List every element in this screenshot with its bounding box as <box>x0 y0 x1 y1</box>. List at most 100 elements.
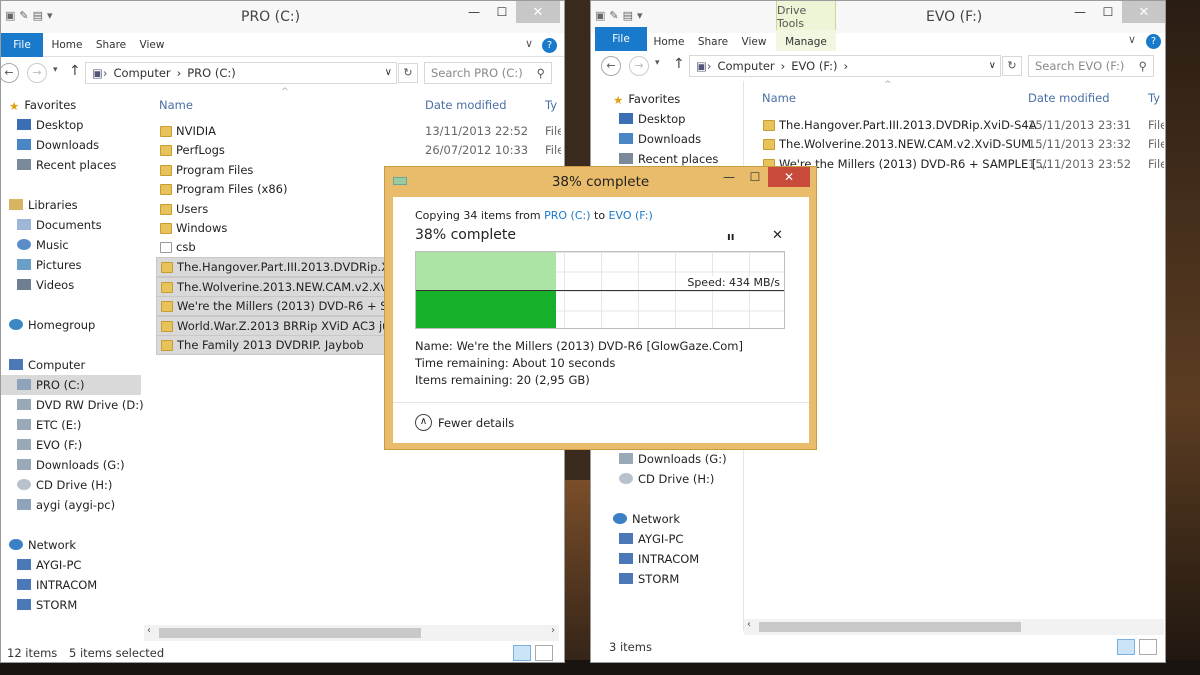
horizontal-scrollbar[interactable]: ‹ <box>744 619 1164 635</box>
nav-evo-drive[interactable]: EVO (F:) <box>17 435 157 455</box>
search-input[interactable]: Search EVO (F:) ⚲ <box>1028 55 1154 77</box>
quick-access-toolbar[interactable]: ▣ ✎ ▤ ▾ <box>595 9 647 22</box>
recent-dropdown-icon[interactable]: ▾ <box>655 58 660 68</box>
minimize-icon[interactable]: — <box>460 1 488 23</box>
tab-share[interactable]: Share <box>93 33 129 57</box>
file-row[interactable]: We're the Millers (2013) DVD-R6 + SAMPLE… <box>759 155 1164 175</box>
file-row[interactable]: PerfLogs 26/07/2012 10:33 File <box>156 141 561 161</box>
nav-documents[interactable]: Documents <box>17 215 157 235</box>
forward-icon[interactable]: → <box>629 56 649 76</box>
fewer-details-button[interactable]: ∧ Fewer details <box>415 414 514 431</box>
address-bar[interactable]: ▣› Computer › EVO (F:) › ∨ <box>689 55 1001 77</box>
nav-favorites[interactable]: ★ Favorites <box>613 89 753 109</box>
scroll-left-icon[interactable]: ‹ <box>147 625 151 636</box>
nav-desktop[interactable]: Desktop <box>17 115 157 135</box>
refresh-icon[interactable]: ↻ <box>1002 56 1022 76</box>
details-view-icon[interactable] <box>513 645 531 661</box>
properties-icon[interactable]: ✎ <box>609 9 618 22</box>
nav-aygi-pc[interactable]: AYGI-PC <box>17 555 157 575</box>
up-icon[interactable]: ↑ <box>673 56 685 72</box>
nav-downloads-drive[interactable]: Downloads (G:) <box>619 449 759 469</box>
back-icon[interactable]: ← <box>601 56 621 76</box>
minimize-icon[interactable]: — <box>1066 1 1094 23</box>
scroll-left-icon[interactable]: ‹ <box>747 619 751 630</box>
scroll-right-icon[interactable]: › <box>551 625 555 636</box>
destination-link[interactable]: EVO (F:) <box>609 209 653 222</box>
close-icon[interactable]: ✕ <box>516 1 560 23</box>
up-icon[interactable]: ↑ <box>69 63 81 79</box>
tab-home[interactable]: Home <box>49 33 85 57</box>
refresh-icon[interactable]: ↻ <box>398 63 418 83</box>
minimize-icon[interactable]: — <box>716 167 742 187</box>
nav-cd-drive[interactable]: CD Drive (H:) <box>619 469 759 489</box>
column-name[interactable]: Name <box>159 98 193 112</box>
nav-music[interactable]: Music <box>17 235 157 255</box>
file-row[interactable]: Users <box>156 200 386 220</box>
nav-aygi-share[interactable]: aygi (aygi-pc) <box>17 495 157 515</box>
nav-downloads[interactable]: Downloads <box>17 135 157 155</box>
maximize-icon[interactable]: ☐ <box>488 1 516 23</box>
properties-icon[interactable]: ✎ <box>19 9 28 22</box>
file-row[interactable]: The.Hangover.Part.III.2013.DVDRip.XviD-S <box>156 257 386 277</box>
large-icons-view-icon[interactable] <box>535 645 553 661</box>
cancel-copy-button[interactable]: ✕ <box>772 228 783 243</box>
column-date-modified[interactable]: Date modified <box>425 98 507 112</box>
tab-file[interactable]: File <box>595 27 647 51</box>
help-icon[interactable]: ? <box>542 38 557 53</box>
expand-ribbon-icon[interactable]: ∨ <box>1128 33 1136 46</box>
large-icons-view-icon[interactable] <box>1139 639 1157 655</box>
column-type[interactable]: Ty <box>545 98 557 112</box>
forward-icon[interactable]: → <box>27 63 47 83</box>
nav-pictures[interactable]: Pictures <box>17 255 157 275</box>
file-row[interactable]: Windows <box>156 219 386 239</box>
file-row[interactable]: The Family 2013 DVDRIP. Jaybob <box>156 335 386 355</box>
expand-ribbon-icon[interactable]: ∨ <box>525 37 533 50</box>
search-input[interactable]: Search PRO (C:) ⚲ <box>424 62 552 84</box>
folder-icon[interactable]: ▤ <box>623 9 633 22</box>
column-type[interactable]: Ty <box>1148 91 1160 105</box>
horizontal-scrollbar[interactable]: ‹ › <box>144 625 559 641</box>
nav-cd-drive[interactable]: CD Drive (H:) <box>17 475 157 495</box>
nav-downloads[interactable]: Downloads <box>619 129 759 149</box>
scrollbar-thumb[interactable] <box>759 622 1021 632</box>
file-row[interactable]: NVIDIA 13/11/2013 22:52 File <box>156 122 561 142</box>
source-link[interactable]: PRO (C:) <box>544 209 590 222</box>
nav-favorites[interactable]: ★ Favorites <box>9 95 149 115</box>
back-icon[interactable]: ← <box>1 63 19 83</box>
nav-intracom[interactable]: INTRACOM <box>17 575 157 595</box>
file-row[interactable]: csb <box>156 238 386 258</box>
file-row[interactable]: World.War.Z.2013 BRRip XViD AC3 juggs <box>156 316 386 336</box>
tab-file[interactable]: File <box>1 33 43 57</box>
nav-desktop[interactable]: Desktop <box>619 109 759 129</box>
nav-etc-drive[interactable]: ETC (E:) <box>17 415 157 435</box>
address-bar[interactable]: ▣› Computer › PRO (C:) ∨ <box>85 62 397 84</box>
nav-libraries[interactable]: Libraries <box>9 195 149 215</box>
nav-computer[interactable]: Computer <box>9 355 149 375</box>
folder-icon[interactable]: ▤ <box>33 9 43 22</box>
file-row[interactable]: Program Files (x86) <box>156 180 386 200</box>
close-icon[interactable]: ✕ <box>1122 1 1165 23</box>
column-date-modified[interactable]: Date modified <box>1028 91 1110 105</box>
file-row[interactable]: The.Wolverine.2013.NEW.CAM.v2.XviD-SU <box>156 277 386 297</box>
nav-recent-places[interactable]: Recent places <box>17 155 157 175</box>
close-icon[interactable]: ✕ <box>768 167 810 187</box>
nav-aygi-pc[interactable]: AYGI-PC <box>619 529 759 549</box>
file-row[interactable]: We're the Millers (2013) DVD-R6 + SAMPL <box>156 296 386 316</box>
nav-homegroup[interactable]: Homegroup <box>9 315 149 335</box>
breadcrumb-drive[interactable]: EVO (F:) <box>791 56 837 76</box>
breadcrumb-drive[interactable]: PRO (C:) <box>187 63 236 83</box>
nav-network[interactable]: Network <box>613 509 753 529</box>
column-name[interactable]: Name <box>762 91 796 105</box>
address-dropdown-icon[interactable]: ∨ <box>385 63 392 83</box>
address-dropdown-icon[interactable]: ∨ <box>989 56 996 76</box>
breadcrumb-computer[interactable]: Computer <box>717 56 774 76</box>
tab-view[interactable]: View <box>135 33 169 57</box>
nav-dvd-drive[interactable]: DVD RW Drive (D:) <box>17 395 157 415</box>
nav-network[interactable]: Network <box>9 535 149 555</box>
quick-access-toolbar[interactable]: ▣ ✎ ▤ ▾ <box>5 9 57 22</box>
nav-downloads-drive[interactable]: Downloads (G:) <box>17 455 157 475</box>
nav-storm[interactable]: STORM <box>17 595 157 615</box>
file-row[interactable]: The.Hangover.Part.III.2013.DVDRip.XviD-S… <box>759 116 1164 136</box>
nav-intracom[interactable]: INTRACOM <box>619 549 759 569</box>
nav-videos[interactable]: Videos <box>17 275 157 295</box>
